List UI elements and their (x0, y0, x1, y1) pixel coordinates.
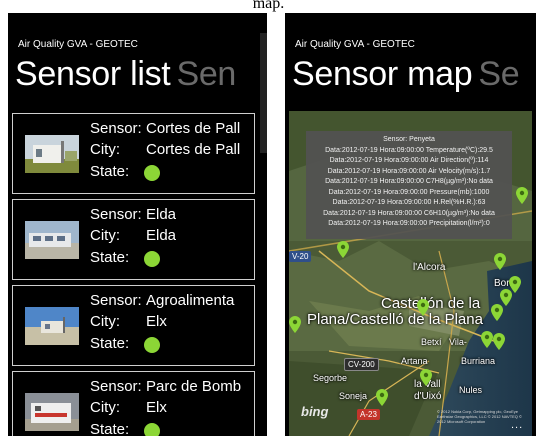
sensor-city: Cortes de Pall (146, 141, 241, 158)
map-pin-icon[interactable] (289, 316, 301, 333)
sensor-city: Elda (146, 227, 177, 244)
sensor-list-item[interactable]: Sensor: Cortes de Pall City: Cortes de Pal… (12, 113, 255, 194)
popup-line: Data:2012-07-19 Hora:09:00:00 Temperatur… (325, 146, 493, 154)
sensor-info-popup[interactable]: Sensor: Penyeta Data:2012-07-19 Hora:09:… (306, 131, 512, 239)
popup-line: Data:2012-07-19 Hora:09:00:00 Pressure(m… (328, 188, 490, 196)
popup-title: Sensor: Penyeta (383, 136, 435, 143)
sensor-label: Sensor: (90, 120, 142, 137)
sensor-label: Sensor: (90, 206, 142, 223)
sensor-city: Elx (146, 313, 167, 330)
sensor-list-item[interactable]: Sensor: Parc de Bomb City: Elx State: (12, 371, 255, 436)
city-label: City: (90, 227, 120, 244)
figure-caption-fragment: map. (252, 0, 285, 12)
popup-line: Data:2012-07-19 Hora:09:00:00 Air Direct… (329, 157, 489, 164)
map-pin-icon[interactable] (417, 299, 429, 316)
sensor-label: Sensor: (90, 378, 142, 395)
state-indicator (144, 337, 160, 353)
state-label: State: (90, 335, 130, 352)
popup-line: Data:2012-07-19 Hora:09:00:00 Precipitat… (328, 220, 490, 227)
bing-logo: bing (301, 404, 329, 419)
app-title: Air Quality GVA - GEOTEC (18, 39, 138, 50)
popup-line: Data:2012-07-19 Hora:09:00:00 C6H10(µg/m… (323, 209, 495, 217)
popup-line: Data:2012-07-19 Hora:09:00:00 H.Rel(%H.R… (332, 199, 486, 206)
pivot-header: Sensor map Se (292, 55, 520, 94)
pivot-next-item[interactable]: Se (478, 55, 519, 93)
map-pin-icon[interactable] (491, 304, 503, 321)
city-label: City: (90, 141, 120, 158)
city-label: City: (90, 313, 120, 330)
map-label-castello-2: Plana/Castelló de la Plana (307, 311, 483, 328)
map-pin-icon[interactable] (516, 187, 528, 204)
sensor-photo (25, 307, 79, 345)
map-pin-icon[interactable] (481, 331, 493, 348)
sensor-label: Sensor: (90, 292, 142, 309)
road-label-v20: V-20 (289, 251, 312, 262)
sensor-list-item[interactable]: Sensor: Elda City: Elda State: (12, 199, 255, 280)
map-label-segorbe: Segorbe (313, 373, 348, 383)
state-label: State: (90, 249, 130, 266)
map-copyright: © 2012 Nokia Corp, Getmapping plc, GeoEy… (437, 409, 522, 424)
map-label-soneja: Soneja (339, 391, 368, 401)
sensor-photo (25, 393, 79, 431)
phone-screen-sensor-list: Air Quality GVA - GEOTEC Sensor list Sen … (8, 13, 267, 436)
map-label-betxi: Betxí (421, 337, 442, 347)
sensor-photo (25, 221, 79, 259)
pivot-title-sensor-map[interactable]: Sensor map (292, 55, 473, 93)
sensor-name: Agroalimenta (146, 292, 235, 309)
map-label-lalcora: l'Alcora (413, 262, 446, 273)
state-indicator (144, 251, 160, 267)
map-label-castello-1: Castellón de la (381, 295, 481, 312)
sensor-name: Elda (146, 206, 177, 223)
side-caption-strip (260, 33, 267, 153)
state-indicator (144, 423, 160, 436)
pivot-title-sensor-list[interactable]: Sensor list (15, 55, 171, 93)
popup-line: Data:2012-07-19 Hora:09:00:00 Air Veloci… (327, 167, 491, 175)
map-pin-icon[interactable] (376, 389, 388, 406)
sensor-photo (25, 135, 79, 173)
sensor-name: Cortes de Pall (146, 120, 241, 137)
sensor-list-item[interactable]: Sensor: Agroalimenta City: Elx State: (12, 285, 255, 366)
map-label-vila: Vila- (449, 337, 467, 347)
sensor-name: Parc de Bomb (146, 378, 242, 395)
map-pin-icon[interactable] (493, 333, 505, 350)
map-pin-icon[interactable] (494, 253, 506, 270)
state-indicator (144, 165, 160, 181)
state-label: State: (90, 421, 130, 436)
state-label: State: (90, 163, 130, 180)
road-label-cv200: CV-200 (344, 358, 379, 371)
app-title: Air Quality GVA - GEOTEC (295, 39, 415, 50)
map-label-artana: Artana (401, 356, 428, 366)
map-pin-icon[interactable] (420, 369, 432, 386)
pivot-header: Sensor list Sen (15, 55, 236, 94)
map-label-vall-2: d'Uixó (414, 391, 442, 402)
app-bar-more-icon[interactable]: ... (511, 419, 523, 431)
sensor-map[interactable]: Sensor: Penyeta Data:2012-07-19 Hora:09:… (289, 111, 532, 436)
pivot-next-sensor-map[interactable]: Sen (176, 55, 236, 93)
map-label-burriana: Burriana (461, 356, 496, 366)
city-label: City: (90, 399, 120, 416)
sensor-city: Elx (146, 399, 167, 416)
popup-line: Data:2012-07-19 Hora:09:00:00 C7H8(µg/m³… (325, 178, 493, 185)
map-label-nules: Nules (459, 385, 483, 395)
map-pin-icon[interactable] (337, 241, 349, 258)
phone-screen-sensor-map: Air Quality GVA - GEOTEC Sensor map Se S… (285, 13, 536, 436)
road-label-a23: A-23 (357, 409, 380, 420)
